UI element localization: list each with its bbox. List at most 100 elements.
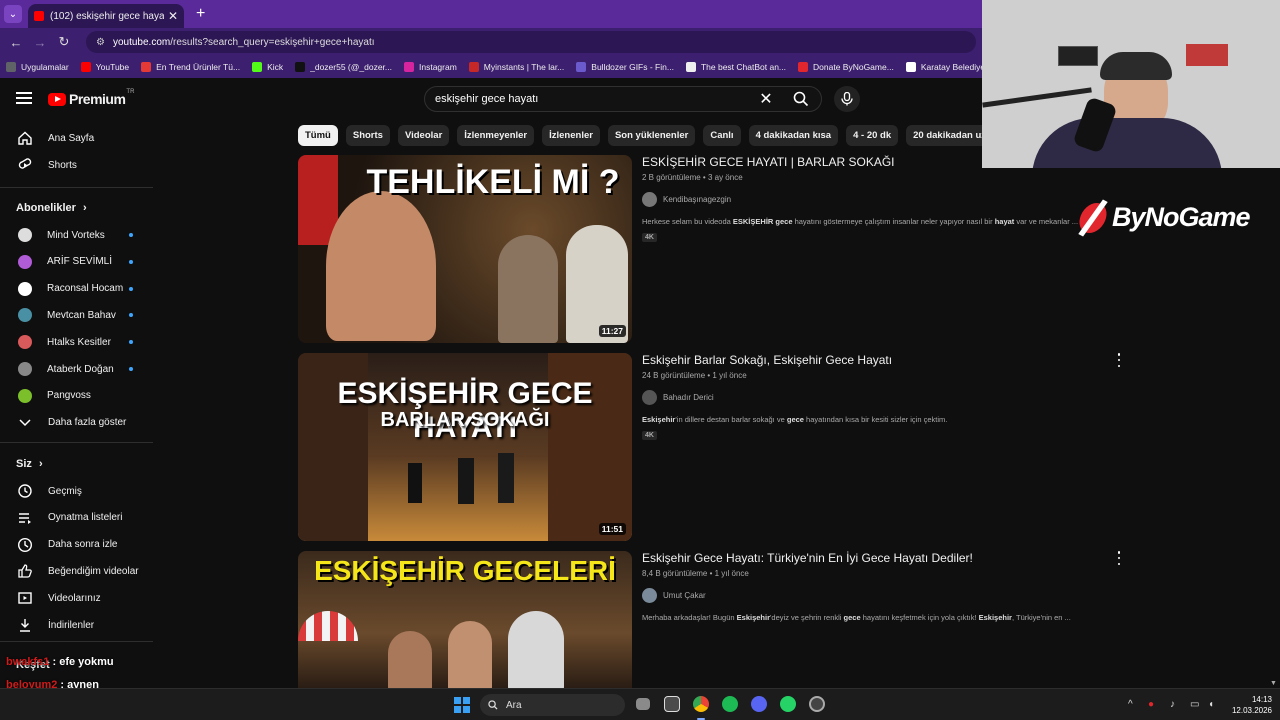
thumbnail-person	[388, 631, 432, 688]
chrome-icon[interactable]	[693, 696, 709, 712]
bookmark-item[interactable]: Karatay Belediyespo...	[905, 62, 982, 72]
reload-icon[interactable]: ↻	[52, 34, 76, 50]
start-button[interactable]	[454, 697, 470, 713]
sidebar-item-subscription[interactable]: Mind Vorteks	[0, 222, 155, 248]
sidebar-item-label: Daha fazla göster	[48, 416, 127, 428]
clock-time: 14:13	[1251, 695, 1272, 704]
sidebar-section-heading[interactable]: Abonelikler ›	[16, 202, 87, 214]
filter-chip[interactable]: İzlenmeyenler	[457, 125, 535, 146]
filter-chip[interactable]: Tümü	[298, 125, 338, 146]
sidebar-item[interactable]: İndirilenler	[0, 612, 155, 638]
bookmark-item[interactable]: YouTube	[80, 62, 129, 72]
close-tab-icon[interactable]: ✕	[168, 9, 178, 23]
filter-chip[interactable]: 4 - 20 dk	[846, 125, 899, 146]
video-thumbnail[interactable]: ESKİŞEHİR GECELERİ	[298, 551, 632, 688]
playlists-icon	[17, 510, 33, 526]
bookmark-item[interactable]: Instagram	[404, 62, 457, 72]
site-info-icon[interactable]: ⚙	[96, 37, 105, 48]
menu-icon[interactable]	[16, 92, 32, 104]
filter-chip[interactable]: Canlı	[703, 125, 741, 146]
tray-overflow-icon[interactable]: ^	[1128, 699, 1133, 710]
logo-word: Premium	[69, 91, 126, 107]
thumbnail-person	[498, 235, 558, 343]
sidebar-section-heading[interactable]: Siz ›	[16, 458, 43, 470]
bookmark-item[interactable]: Bulldozer GIFs - Fin...	[576, 62, 674, 72]
sidebar-item[interactable]: Videolarınız	[0, 585, 155, 611]
video-thumbnail[interactable]: TEHLİKELİ Mİ ? 11:27	[298, 155, 632, 343]
tray-mic-icon[interactable]: ♪	[1170, 699, 1175, 710]
desc-highlight: hayat	[994, 217, 1015, 226]
sidebar-item-subscription[interactable]: Ataberk Doğan	[0, 356, 155, 382]
your-videos-icon	[17, 590, 33, 606]
channel-avatar[interactable]	[642, 192, 657, 207]
voice-search-button[interactable]	[834, 86, 860, 112]
video-title[interactable]: Eskişehir Gece Hayatı: Türkiye'nin En İy…	[642, 551, 1117, 565]
forward-icon[interactable]: →	[28, 35, 52, 50]
bookmark-item[interactable]: En Trend Ürünler Tü...	[141, 62, 240, 72]
task-view-icon[interactable]	[636, 698, 650, 710]
network-icon[interactable]: ▭	[1190, 699, 1199, 710]
sidebar-item[interactable]: Beğendiğim videolar	[0, 558, 155, 584]
bookmark-item[interactable]: Myinstants | The lar...	[468, 62, 564, 72]
bookmark-item[interactable]: _dozer55 (@_dozer...	[295, 62, 392, 72]
sidebar-item-subscription[interactable]: Htalks Kesitler	[0, 329, 155, 355]
filter-chip[interactable]: İzlenenler	[542, 125, 600, 146]
bookmark-item[interactable]: Kick	[252, 62, 283, 72]
sidebar-item-subscription[interactable]: Pangvoss	[0, 383, 155, 409]
store-icon[interactable]	[664, 696, 680, 712]
bynogame-logo: ByNoGame	[1076, 202, 1251, 233]
video-thumbnail[interactable]: ESKİŞEHİR GECE HAYATI BARLAR SOKAĞI 11:5…	[298, 353, 632, 541]
channel-avatar[interactable]	[642, 390, 657, 405]
sidebar-item[interactable]: Daha sonra izle	[0, 532, 155, 558]
volume-icon[interactable]: ◖	[1208, 699, 1214, 710]
browser-tab[interactable]: (102) eskişehir gece hayatı - YouTube ✕	[28, 4, 184, 28]
app-icon[interactable]	[809, 696, 825, 712]
scroll-down-arrow-icon[interactable]: ▼	[1270, 680, 1277, 687]
bookmark-item[interactable]: Uygulamalar	[6, 62, 69, 72]
video-title[interactable]: Eskişehir Barlar Sokağı, Eskişehir Gece …	[642, 353, 1117, 367]
channel-name[interactable]: Bahadır Derici	[663, 393, 714, 402]
video-result[interactable]: TEHLİKELİ Mİ ? 11:27 ESKİŞEHİR GECE HAYA…	[298, 155, 1128, 345]
tray-app-icon[interactable]: ●	[1148, 699, 1154, 710]
sidebar-item-label: Htalks Kesitler	[47, 336, 111, 348]
sidebar-item-subscription[interactable]: Mevtcan Bahav	[0, 302, 155, 328]
discord-icon[interactable]	[751, 696, 767, 712]
search-input[interactable]: eskişehir gece hayatı	[425, 93, 751, 105]
channel-name[interactable]: Kendibaşınagezgin	[663, 195, 731, 204]
filter-chip[interactable]: 4 dakikadan kısa	[748, 125, 839, 146]
spotify-icon[interactable]	[722, 696, 738, 712]
filter-chip[interactable]: Videolar	[397, 125, 450, 146]
bookmark-item[interactable]: Donate ByNoGame...	[798, 62, 894, 72]
taskbar-search[interactable]: Ara	[480, 694, 625, 716]
channel-row[interactable]: Umut Çakar	[642, 588, 1117, 603]
back-icon[interactable]: ←	[4, 35, 28, 50]
new-tab-icon[interactable]: +	[196, 5, 205, 23]
channel-avatar[interactable]	[642, 588, 657, 603]
shorts-icon	[17, 157, 33, 173]
clear-search-icon[interactable]: ✕	[751, 89, 781, 109]
whatsapp-icon[interactable]	[780, 696, 796, 712]
channel-row[interactable]: Kendibaşınagezgin	[642, 192, 1117, 207]
taskbar-clock[interactable]: 14:13 12.03.2026	[1226, 694, 1272, 716]
search-button[interactable]	[781, 86, 821, 112]
search-icon	[793, 91, 809, 107]
sidebar-item[interactable]: Ana Sayfa	[0, 125, 155, 151]
sidebar-item[interactable]: Shorts	[0, 152, 155, 178]
sidebar-item[interactable]: Geçmiş	[0, 478, 155, 504]
channel-name[interactable]: Umut Çakar	[663, 591, 706, 600]
sidebar-item[interactable]: Daha fazla göster	[0, 409, 155, 435]
channel-row[interactable]: Bahadır Derici	[642, 390, 1117, 405]
filter-chip[interactable]: Son yüklenenler	[607, 125, 696, 146]
sidebar-item-subscription[interactable]: Raconsal Hocam	[0, 276, 155, 302]
filter-chip[interactable]: Shorts	[345, 125, 390, 146]
youtube-premium-logo[interactable]: Premium TR	[48, 89, 134, 107]
bookmark-item[interactable]: The best ChatBot an...	[685, 62, 786, 72]
more-actions-icon[interactable]	[1114, 353, 1124, 367]
url-field[interactable]: ⚙ youtube.com/results?search_query=eskiş…	[86, 31, 976, 53]
video-result[interactable]: ESKİŞEHİR GECELERİ Eskişehir Gece Hayatı…	[298, 551, 1128, 688]
video-result[interactable]: ESKİŞEHİR GECE HAYATI BARLAR SOKAĞI 11:5…	[298, 353, 1128, 543]
sidebar-item[interactable]: Oynatma listeleri	[0, 505, 155, 531]
sidebar-item-subscription[interactable]: ARİF SEVİMLİ	[0, 249, 155, 275]
more-actions-icon[interactable]	[1114, 551, 1124, 565]
tab-search-button[interactable]: ⌄	[4, 5, 22, 23]
